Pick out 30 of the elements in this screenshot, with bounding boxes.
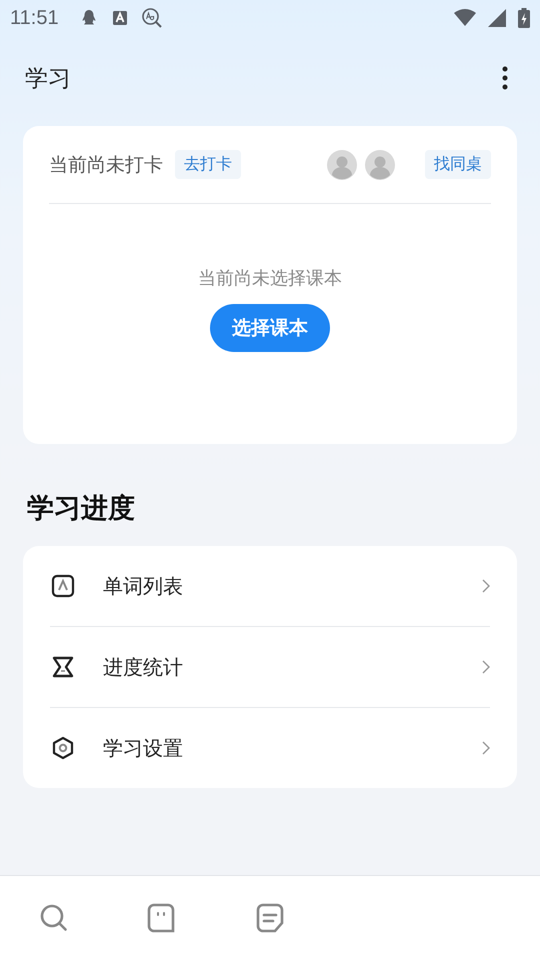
settings-icon — [51, 736, 75, 760]
signal-icon — [488, 9, 506, 27]
menu-label: 单词列表 — [103, 572, 184, 600]
letter-a-icon — [110, 9, 129, 27]
status-time: 11:51 — [10, 6, 59, 30]
find-partner-button[interactable]: 找同桌 — [425, 150, 491, 179]
menu-label: 学习设置 — [103, 734, 184, 762]
checkin-status: 当前尚未打卡 — [49, 152, 163, 178]
empty-message: 当前尚未选择课本 — [198, 267, 342, 290]
hourglass-icon — [51, 655, 75, 679]
chevron-right-icon — [482, 660, 490, 674]
note-icon[interactable] — [255, 903, 285, 933]
search-icon[interactable] — [39, 903, 69, 933]
battery-icon — [518, 8, 530, 28]
avatar-icon — [327, 150, 357, 180]
avatar-icon — [365, 150, 395, 180]
wifi-icon — [454, 9, 476, 27]
menu-item[interactable]: 学习设置 — [50, 708, 490, 788]
font-search-icon — [140, 7, 163, 29]
chevron-right-icon — [482, 741, 490, 755]
menu-label: 进度统计 — [103, 654, 184, 680]
page-title: 学习 — [25, 64, 71, 94]
section-title: 学习进度 — [26, 492, 136, 526]
letter-a-icon — [51, 574, 75, 598]
choose-book-button[interactable]: 选择课本 — [210, 304, 330, 352]
menu-item[interactable]: 进度统计 — [50, 627, 490, 708]
chat-icon[interactable] — [147, 903, 177, 933]
checkin-button[interactable]: 去打卡 — [175, 150, 241, 179]
chevron-right-icon — [482, 579, 490, 593]
menu-item[interactable]: 单词列表 — [50, 546, 490, 627]
